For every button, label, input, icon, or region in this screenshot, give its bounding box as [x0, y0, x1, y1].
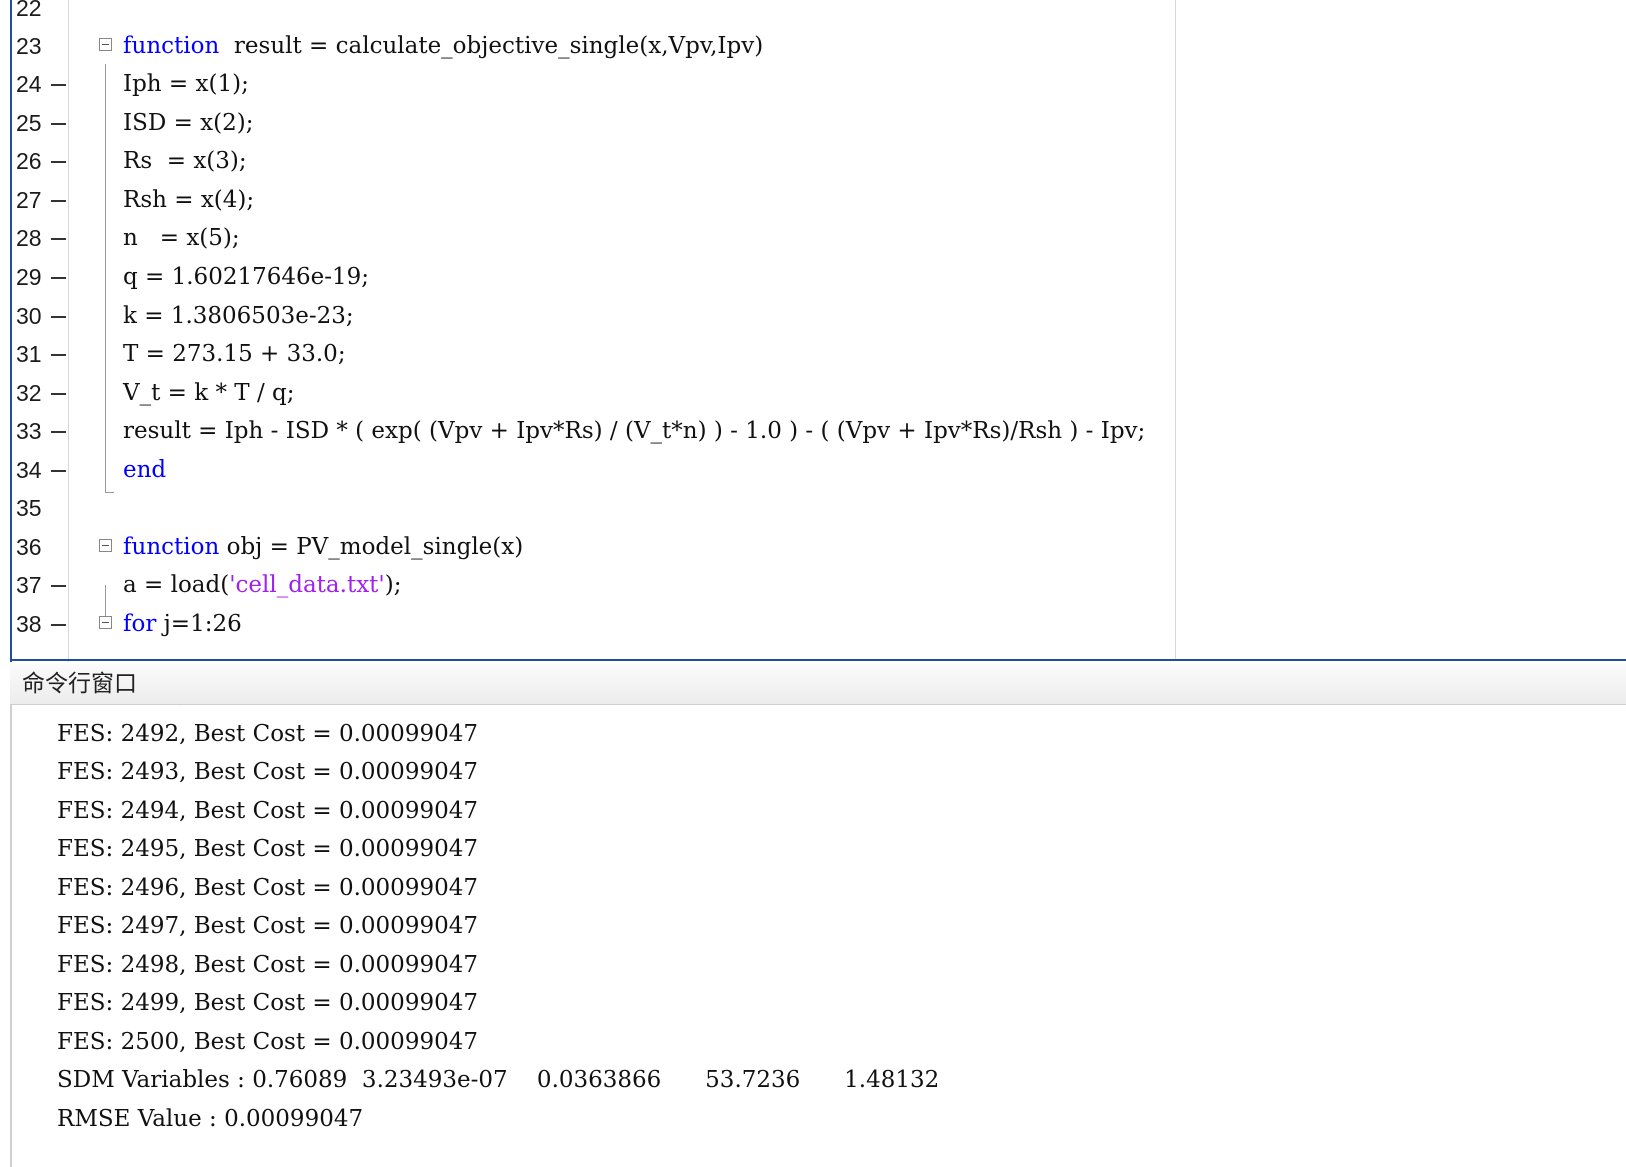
output-line: FES: 2494, Best Cost = 0.00099047 [57, 798, 478, 824]
line-number: 30 [16, 303, 42, 329]
code-rest: obj = PV_model_single(x) [219, 534, 524, 560]
code-line[interactable]: 31 T = 273.15 + 33.0; [0, 334, 1626, 374]
code-post: ); [384, 572, 402, 598]
code-text: n = x(5); [123, 225, 240, 251]
code-text: function obj = PV_model_single(x) [123, 527, 523, 567]
code-text: Iph = x(1); [123, 71, 249, 97]
fold-collapse-icon[interactable] [99, 539, 112, 552]
command-window-title: 命令行窗口 [22, 671, 137, 697]
code-line[interactable]: 33 result = Iph - ISD * ( exp( (Vpv + Ip… [0, 411, 1626, 451]
code-line[interactable]: 36 function obj = PV_model_single(x) [0, 527, 1626, 567]
code-line[interactable]: 26 Rs = x(3); [0, 141, 1626, 181]
breakpoint-marker[interactable] [51, 277, 66, 279]
output-line: FES: 2492, Best Cost = 0.00099047 [57, 721, 478, 747]
breakpoint-marker[interactable] [51, 624, 66, 626]
line-number: 36 [16, 534, 42, 560]
code-line[interactable]: 23 function result = calculate_objective… [0, 26, 1626, 66]
string-literal: 'cell_data.txt' [229, 572, 385, 598]
line-number: 34 [16, 457, 42, 483]
fold-collapse-icon[interactable] [99, 38, 112, 51]
output-line: FES: 2497, Best Cost = 0.00099047 [57, 913, 478, 939]
breakpoint-marker[interactable] [51, 316, 66, 318]
output-line: FES: 2496, Best Cost = 0.00099047 [57, 875, 478, 901]
line-number: 29 [16, 264, 42, 290]
output-line: FES: 2495, Best Cost = 0.00099047 [57, 836, 478, 862]
keyword: function [123, 33, 220, 59]
code-text: result = Iph - ISD * ( exp( (Vpv + Ipv*R… [123, 418, 1146, 444]
code-editor[interactable]: 22 23 function result = calculate_object… [0, 0, 1626, 662]
code-line[interactable]: 29 q = 1.60217646e-19; [0, 257, 1626, 297]
breakpoint-marker[interactable] [51, 238, 66, 240]
line-number: 26 [16, 148, 42, 174]
output-line: FES: 2500, Best Cost = 0.00099047 [57, 1029, 478, 1055]
keyword: function [123, 534, 220, 560]
line-number: 28 [16, 225, 42, 251]
output-line: FES: 2493, Best Cost = 0.00099047 [57, 759, 478, 785]
line-number: 31 [16, 341, 42, 367]
command-window-left-border [10, 705, 12, 1167]
breakpoint-marker[interactable] [51, 393, 66, 395]
line-number: 24 [16, 71, 42, 97]
code-text: for j=1:26 [123, 604, 242, 644]
code-line[interactable]: 32 V_t = k * T / q; [0, 373, 1626, 413]
code-text: q = 1.60217646e-19; [123, 264, 370, 290]
command-window-output[interactable]: FES: 2491, Best Cost = 0.00099047 FES: 2… [10, 705, 1626, 1167]
breakpoint-marker[interactable] [51, 585, 66, 587]
breakpoint-marker[interactable] [51, 470, 66, 472]
code-line[interactable]: 38 for j=1:26 [0, 604, 1626, 644]
code-line[interactable]: 30 k = 1.3806503e-23; [0, 296, 1626, 336]
code-rest: result = calculate_objective_single(x,Vp… [219, 33, 764, 59]
code-line[interactable]: 34 end [0, 450, 1626, 490]
line-number: 22 [16, 0, 42, 21]
breakpoint-marker[interactable] [51, 354, 66, 356]
line-number: 38 [16, 611, 42, 637]
fold-collapse-icon[interactable] [99, 616, 112, 629]
code-line[interactable]: 24 Iph = x(1); [0, 64, 1626, 104]
line-number: 35 [16, 495, 42, 521]
code-line[interactable]: 25 ISD = x(2); [0, 103, 1626, 143]
breakpoint-marker[interactable] [51, 123, 66, 125]
code-text: Rsh = x(4); [123, 187, 255, 213]
output-line: FES: 2499, Best Cost = 0.00099047 [57, 990, 478, 1016]
code-line[interactable]: 35 [0, 488, 1626, 528]
code-text: Rs = x(3); [123, 148, 247, 174]
breakpoint-marker[interactable] [51, 200, 66, 202]
code-text: V_t = k * T / q; [123, 380, 295, 406]
line-number: 37 [16, 572, 42, 598]
code-line[interactable]: 27 Rsh = x(4); [0, 180, 1626, 220]
code-line[interactable]: 37 a = load('cell_data.txt'); [0, 565, 1626, 605]
code-rest: j=1:26 [156, 611, 242, 637]
code-text: ISD = x(2); [123, 110, 254, 136]
breakpoint-marker[interactable] [51, 161, 66, 163]
line-number: 27 [16, 187, 42, 213]
code-line[interactable]: 22 [0, 0, 1626, 28]
code-pre: a = load( [123, 572, 230, 598]
line-number: 33 [16, 418, 42, 444]
code-text: T = 273.15 + 33.0; [123, 341, 346, 367]
code-text: k = 1.3806503e-23; [123, 303, 354, 329]
code-line[interactable]: 28 n = x(5); [0, 218, 1626, 258]
code-text: function result = calculate_objective_si… [123, 26, 763, 66]
line-number: 23 [16, 33, 42, 59]
editor-bottom-border [10, 659, 1626, 661]
output-line: FES: 2498, Best Cost = 0.00099047 [57, 952, 478, 978]
breakpoint-marker[interactable] [51, 84, 66, 86]
breakpoint-marker[interactable] [51, 431, 66, 433]
line-number: 32 [16, 380, 42, 406]
line-number: 25 [16, 110, 42, 136]
keyword: for [123, 611, 157, 637]
command-window-header[interactable]: 命令行窗口 [10, 664, 1626, 705]
output-line: RMSE Value : 0.00099047 [57, 1106, 364, 1132]
output-line: SDM Variables : 0.76089 3.23493e-07 0.03… [57, 1067, 940, 1093]
code-text: a = load('cell_data.txt'); [123, 565, 401, 605]
keyword: end [123, 457, 167, 483]
